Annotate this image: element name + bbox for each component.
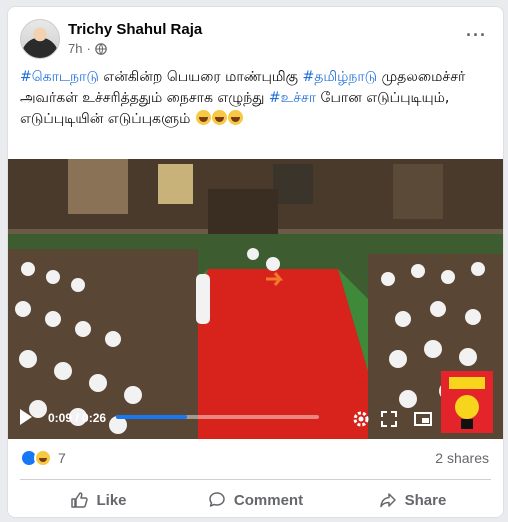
channel-logo-icon <box>441 371 493 433</box>
share-button[interactable]: Share <box>334 483 491 517</box>
reactions-summary[interactable]: 7 <box>20 449 66 467</box>
post-stats: 7 2 shares <box>20 447 491 471</box>
fullscreen-icon[interactable] <box>379 409 399 429</box>
play-icon[interactable] <box>20 409 32 425</box>
author-name[interactable]: Trichy Shahul Raja <box>68 21 202 38</box>
share-label: Share <box>404 491 447 509</box>
globe-icon <box>95 42 107 55</box>
comment-icon <box>209 492 225 507</box>
laughing-emoji-icon <box>211 110 227 125</box>
video-controls: 0:09 / 0:26 <box>8 371 503 439</box>
video-progress-bar[interactable] <box>116 415 319 419</box>
share-count[interactable]: 2 shares <box>435 450 489 466</box>
current-time: 0:09 <box>48 411 73 425</box>
divider <box>20 479 491 480</box>
laughing-emoji-icon <box>227 110 243 125</box>
share-arrow-icon <box>379 493 396 508</box>
video-player[interactable]: 0:09 / 0:26 <box>8 159 503 439</box>
haha-reaction-icon <box>34 449 52 467</box>
laughing-emoji-icon <box>195 110 211 125</box>
like-button[interactable]: Like <box>20 483 177 517</box>
post-card: Trichy Shahul Raja 7h · ··· #கொடநாடு என்… <box>7 6 504 518</box>
post-time[interactable]: 7h <box>68 41 82 56</box>
post-header: Trichy Shahul Raja 7h · ··· <box>20 19 491 63</box>
hashtag-uchcha[interactable]: #உச்சா <box>269 90 316 106</box>
thumbs-up-icon <box>71 492 89 508</box>
hashtag-kodanadu[interactable]: #கொடநாடு <box>20 69 99 85</box>
post-text-part: என்கின்ற பெயரை மாண்புமிகு <box>98 69 303 85</box>
settings-icon[interactable] <box>351 409 371 429</box>
like-label: Like <box>96 491 127 509</box>
reaction-count: 7 <box>58 450 66 466</box>
more-options-icon[interactable]: ··· <box>466 26 487 44</box>
picture-in-picture-icon[interactable] <box>413 409 433 429</box>
comment-label: Comment <box>233 491 304 509</box>
post-text: #கொடநாடு என்கின்ற பெயரை மாண்புமிகு #தமிழ… <box>20 67 491 130</box>
duration: 0:26 <box>82 411 107 425</box>
post-actions: Like Comment Share <box>20 483 491 517</box>
post-meta: 7h · <box>68 41 107 56</box>
comment-button[interactable]: Comment <box>177 483 334 517</box>
video-progress-fill <box>116 415 188 419</box>
video-time: 0:09 / 0:26 <box>48 411 107 425</box>
hashtag-tamilnadu[interactable]: #தமிழ்நாடு <box>302 69 377 85</box>
author-avatar[interactable] <box>20 19 60 59</box>
